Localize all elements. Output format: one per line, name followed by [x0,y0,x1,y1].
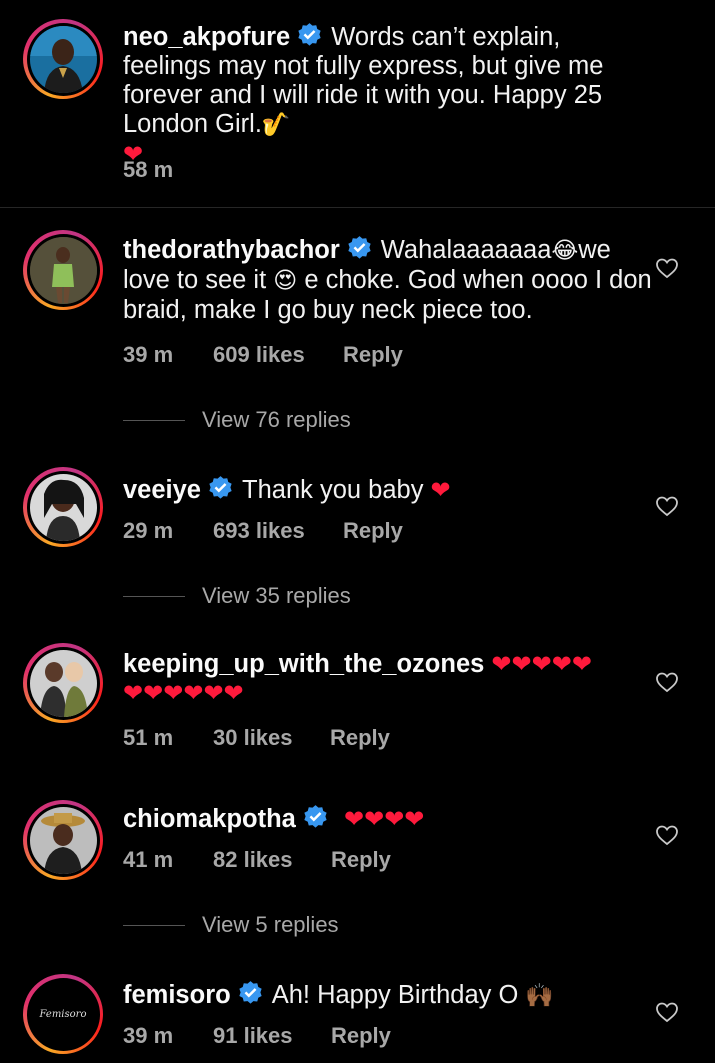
comment-meta: 39 m 91 likes Reply [123,1023,391,1049]
reply-button[interactable]: Reply [330,725,390,751]
comment-time: 29 m [123,518,174,543]
comment-username[interactable]: chiomakpotha [123,805,296,833]
comment-meta: 41 m 82 likes Reply [123,847,391,873]
comment-body: Ah! Happy Birthday O [271,981,519,1009]
verified-badge-icon [209,476,232,499]
heart-emoji: ❤❤❤❤❤ [491,650,592,678]
comment-text: veeiye Thank you baby ❤ [123,475,653,505]
avatar-photo [29,236,97,304]
avatar-photo [29,806,97,874]
avatar-thedorathybachor[interactable] [23,230,103,310]
caption-meta: 58 m [123,157,213,183]
view-replies-label: View 76 replies [202,407,351,432]
femisoro-logo: Femisoro [39,1008,87,1020]
comment-text: femisoro Ah! Happy Birthday O 🙌🏾 [123,980,653,1011]
heart-emoji: ❤❤❤❤ [343,805,425,833]
heart-outline-icon[interactable] [655,1000,679,1024]
comment-text: chiomakpotha ❤❤❤❤ [123,804,653,834]
comment-body: Wahalaaaaaaa [380,236,552,264]
comment-time: 39 m [123,342,174,367]
avatar-neo-akpofure[interactable] [23,19,103,99]
comment-time: 39 m [123,1023,174,1048]
comment-text: keeping_up_with_the_ozones ❤❤❤❤❤ ❤❤❤❤❤❤ [123,650,653,708]
caption-text: neo_akpofure Words can’t explain, feeling… [123,22,653,169]
view-replies-button[interactable]: View 5 replies [123,912,339,938]
reply-button[interactable]: Reply [331,1023,391,1049]
verified-badge-icon [298,23,321,46]
likes-count[interactable]: 91 likes [213,1023,331,1049]
comment-meta: 29 m 693 likes Reply [123,518,403,544]
likes-count[interactable]: 30 likes [213,725,330,751]
replies-line [123,419,185,421]
view-replies-label: View 35 replies [202,583,351,608]
comment-username[interactable]: veeiye [123,476,201,504]
verified-badge-icon [348,236,371,259]
likes-count[interactable]: 82 likes [213,847,331,873]
comment-username[interactable]: keeping_up_with_the_ozones [123,650,484,678]
heart-eyes-emoji: 😍 [273,268,298,294]
comment-meta: 39 m 609 likes Reply [123,342,403,368]
avatar-photo [29,473,97,541]
view-replies-button[interactable]: View 76 replies [123,407,351,433]
post-caption: neo_akpofure Words can’t explain, feeling… [0,0,715,207]
comment-username[interactable]: femisoro [123,981,231,1009]
heart-outline-icon[interactable] [655,823,679,847]
raised-hands-emoji: 🙌🏾 [525,983,555,1009]
avatar-chiomakpotha[interactable] [23,800,103,880]
verified-badge-icon [304,805,327,828]
replies-line [123,924,185,926]
heart-emoji: ❤❤❤❤❤❤ [123,679,244,707]
view-replies-button[interactable]: View 35 replies [123,583,351,609]
laughing-emoji: 😂 [551,238,579,264]
heart-outline-icon[interactable] [655,670,679,694]
comment-meta: 51 m 30 likes Reply [123,725,390,751]
caption-username[interactable]: neo_akpofure [123,23,290,51]
verified-badge-icon [239,981,262,1004]
comment-body: Thank you baby [242,476,424,504]
comment-username[interactable]: thedorathybachor [123,236,340,264]
avatar-photo [29,25,97,93]
divider [0,207,715,208]
heart-outline-icon[interactable] [655,256,679,280]
likes-count[interactable]: 693 likes [213,518,343,544]
comment-text: thedorathybachor Wahalaaaaaaa😂we love to … [123,235,653,325]
likes-count[interactable]: 609 likes [213,342,343,368]
view-replies-label: View 5 replies [202,912,339,937]
replies-line [123,595,185,597]
heart-emoji: ❤ [430,476,451,504]
caption-time: 58 m [123,157,174,182]
reply-button[interactable]: Reply [343,518,403,544]
comment-time: 41 m [123,847,174,872]
comment-time: 51 m [123,725,174,750]
avatar-veeiye[interactable] [23,467,103,547]
saxophone-emoji: 🎷 [261,112,291,138]
reply-button[interactable]: Reply [331,847,391,873]
avatar-keeping-up-with-the-ozones[interactable] [23,643,103,723]
avatar-photo [29,649,97,717]
avatar-femisoro[interactable]: Femisoro [23,974,103,1054]
reply-button[interactable]: Reply [343,342,403,368]
heart-outline-icon[interactable] [655,494,679,518]
